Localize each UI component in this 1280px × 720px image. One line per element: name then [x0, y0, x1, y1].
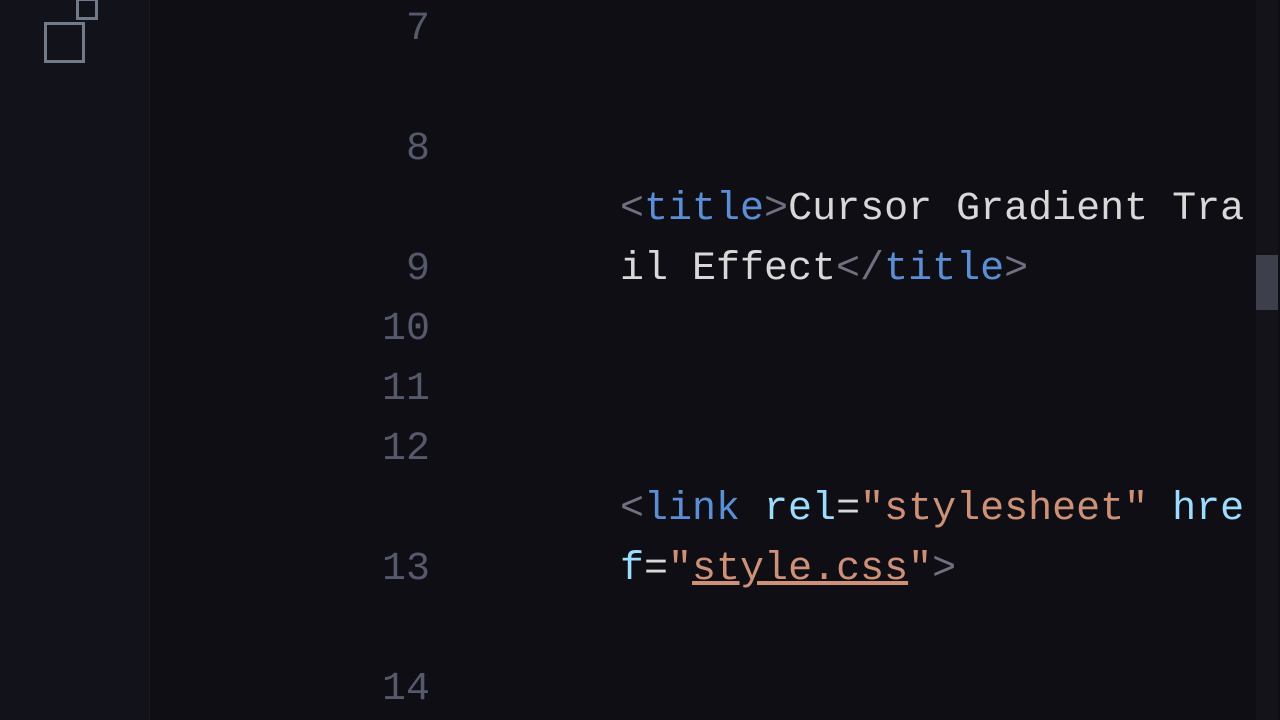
- line-number: 10: [150, 300, 430, 360]
- code-line[interactable]: <title>Cursor Gradient Trail Effect</tit…: [460, 180, 1250, 300]
- line-number: 7: [150, 0, 430, 120]
- line-number: 13: [150, 540, 430, 660]
- line-number: 14: [150, 660, 430, 720]
- line-number: 12: [150, 420, 430, 540]
- code-editor[interactable]: 7 8 9 10 11 12 13 14 <title>Cursor Gradi…: [150, 0, 1280, 720]
- extensions-icon[interactable]: [44, 0, 106, 62]
- editor-root: 7 8 9 10 11 12 13 14 <title>Cursor Gradi…: [0, 0, 1280, 720]
- vertical-scrollbar[interactable]: [1256, 0, 1278, 720]
- line-number: 11: [150, 360, 430, 420]
- code-content[interactable]: <title>Cursor Gradient Trail Effect</tit…: [460, 0, 1250, 720]
- activity-bar: [0, 0, 150, 720]
- scrollbar-thumb[interactable]: [1256, 255, 1278, 310]
- line-number-gutter: 7 8 9 10 11 12 13 14: [150, 0, 460, 720]
- line-number: 9: [150, 240, 430, 300]
- line-number: 8: [150, 120, 430, 240]
- code-line[interactable]: <link rel="stylesheet" href="style.css">: [460, 480, 1250, 600]
